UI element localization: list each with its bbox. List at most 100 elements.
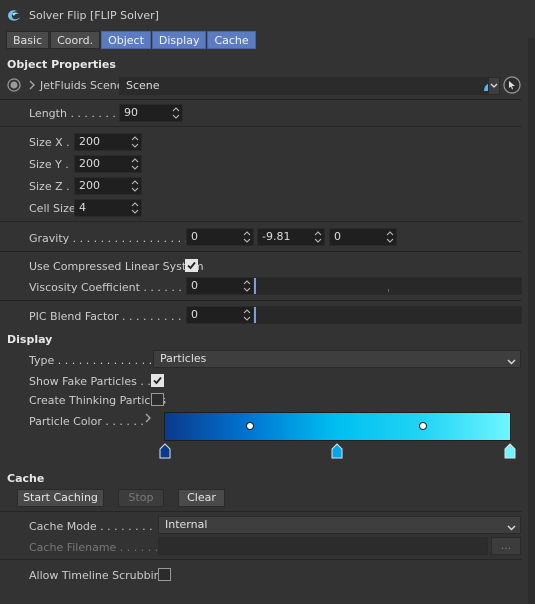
pic-blend-slider[interactable] bbox=[253, 306, 522, 324]
separator bbox=[0, 251, 522, 252]
gravity-y-value: -9.81 bbox=[262, 230, 291, 243]
length-value: 90 bbox=[124, 106, 138, 119]
viscosity-slider[interactable] bbox=[253, 277, 522, 295]
gradient-bar[interactable] bbox=[164, 412, 511, 441]
checkmark-icon bbox=[153, 376, 162, 385]
size-x-stepper-icon[interactable] bbox=[131, 135, 139, 149]
stop-button[interactable]: Stop bbox=[118, 489, 164, 507]
gravity-x-value: 0 bbox=[191, 230, 198, 243]
chevron-down-icon bbox=[507, 355, 516, 365]
pic-blend-stepper-icon[interactable] bbox=[243, 308, 251, 322]
cell-size-value: 4 bbox=[79, 201, 86, 214]
viscosity-input[interactable]: 0 bbox=[186, 277, 254, 295]
cache-mode-value: Internal bbox=[165, 518, 208, 531]
size-z-input[interactable]: 200 bbox=[74, 177, 142, 195]
cache-filename-label: Cache Filename . . . . . . bbox=[29, 541, 159, 554]
gravity-z-input[interactable]: 0 bbox=[329, 228, 397, 246]
separator bbox=[0, 300, 522, 301]
object-properties-heading: Object Properties bbox=[7, 58, 116, 71]
tab-display[interactable]: Display bbox=[151, 31, 207, 49]
tab-object[interactable]: Object bbox=[101, 31, 151, 49]
size-y-input[interactable]: 200 bbox=[74, 155, 142, 173]
viscosity-slider-thumb[interactable] bbox=[254, 278, 256, 294]
size-z-stepper-icon[interactable] bbox=[131, 179, 139, 193]
display-heading: Display bbox=[7, 333, 53, 346]
size-y-label: Size Y . bbox=[29, 158, 69, 171]
separator bbox=[0, 126, 522, 127]
particle-color-label: Particle Color . . . . . . bbox=[29, 415, 144, 428]
gravity-y-stepper-icon[interactable] bbox=[314, 230, 322, 244]
browse-button[interactable]: ... bbox=[491, 537, 521, 555]
gravity-label: Gravity . . . . . . . . . . . . . . . . … bbox=[29, 232, 189, 245]
viscosity-value: 0 bbox=[191, 279, 198, 292]
show-fake-label: Show Fake Particles . . . bbox=[29, 375, 158, 388]
show-fake-checkbox[interactable] bbox=[151, 374, 164, 387]
clear-button[interactable]: Clear bbox=[178, 489, 225, 507]
size-x-label: Size X . bbox=[29, 136, 70, 149]
pic-blend-label: PIC Blend Factor . . . . . . . . . . bbox=[29, 310, 189, 323]
vertical-scrollbar[interactable] bbox=[528, 38, 535, 604]
animate-toggle-icon[interactable] bbox=[7, 78, 21, 92]
compressed-checkbox[interactable] bbox=[185, 259, 198, 272]
cache-filename-input[interactable] bbox=[158, 537, 488, 555]
gravity-x-input[interactable]: 0 bbox=[186, 228, 254, 246]
separator bbox=[0, 99, 522, 100]
gravity-x-stepper-icon[interactable] bbox=[243, 230, 251, 244]
scene-label: JetFluids Scene bbox=[40, 79, 124, 92]
scene-link-value: Scene bbox=[126, 79, 160, 92]
length-label: Length . . . . . . . . bbox=[29, 107, 123, 120]
size-z-value: 200 bbox=[79, 179, 100, 192]
cache-mode-label: Cache Mode . . . . . . . . bbox=[29, 520, 153, 533]
expand-arrow-icon[interactable] bbox=[144, 413, 152, 423]
cell-size-input[interactable]: 4 bbox=[74, 199, 142, 217]
gradient-interpolation-knot[interactable] bbox=[419, 422, 427, 430]
tab-basic[interactable]: Basic bbox=[6, 31, 50, 49]
cache-heading: Cache bbox=[7, 472, 45, 485]
pic-blend-value: 0 bbox=[191, 308, 198, 321]
scene-dropdown-button[interactable] bbox=[488, 77, 500, 95]
compressed-label: Use Compressed Linear System bbox=[29, 260, 204, 273]
length-input[interactable]: 90 bbox=[119, 104, 183, 122]
type-value: Particles bbox=[160, 352, 207, 365]
timeline-scrubbing-label: Allow Timeline Scrubbing bbox=[29, 569, 168, 582]
checkmark-icon bbox=[187, 261, 196, 270]
gradient-stop-marker[interactable] bbox=[331, 443, 343, 459]
gradient-stop-marker[interactable] bbox=[159, 443, 171, 459]
thinking-particles-checkbox[interactable] bbox=[151, 393, 164, 406]
fluid-solver-icon bbox=[6, 7, 22, 23]
tab-coord[interactable]: Coord. bbox=[50, 31, 101, 49]
gradient-interpolation-knot[interactable] bbox=[246, 422, 254, 430]
thinking-particles-label: Create Thinking Particles bbox=[29, 394, 167, 407]
particle-color-gradient[interactable] bbox=[164, 412, 511, 441]
cache-mode-dropdown[interactable]: Internal bbox=[158, 516, 521, 534]
size-y-value: 200 bbox=[79, 157, 100, 170]
separator bbox=[0, 221, 522, 222]
expand-arrow-icon[interactable] bbox=[28, 80, 36, 90]
gravity-y-input[interactable]: -9.81 bbox=[257, 228, 325, 246]
chevron-down-icon bbox=[507, 521, 516, 531]
viscosity-stepper-icon[interactable] bbox=[243, 279, 251, 293]
cell-size-stepper-icon[interactable] bbox=[131, 201, 139, 215]
gravity-z-value: 0 bbox=[334, 230, 341, 243]
pic-blend-input[interactable]: 0 bbox=[186, 306, 254, 324]
size-x-value: 200 bbox=[79, 135, 100, 148]
tab-cache[interactable]: Cache bbox=[207, 31, 256, 49]
size-x-input[interactable]: 200 bbox=[74, 133, 142, 151]
slider-tick bbox=[388, 289, 389, 292]
viscosity-label: Viscosity Coefficient . . . . . . . bbox=[29, 281, 189, 294]
scene-link-field[interactable]: Scene bbox=[119, 77, 500, 95]
size-y-stepper-icon[interactable] bbox=[131, 157, 139, 171]
pick-object-icon[interactable] bbox=[503, 76, 521, 94]
start-caching-button[interactable]: Start Caching bbox=[17, 489, 104, 507]
gravity-z-stepper-icon[interactable] bbox=[386, 230, 394, 244]
pic-blend-slider-thumb[interactable] bbox=[254, 307, 256, 323]
size-z-label: Size Z . bbox=[29, 180, 70, 193]
type-label: Type . . . . . . . . . . . . . . . bbox=[29, 354, 160, 367]
tab-bar: Basic Coord. Object Display Cache bbox=[6, 31, 257, 49]
separator bbox=[0, 511, 522, 512]
type-dropdown[interactable]: Particles bbox=[153, 350, 521, 368]
cell-size-label: Cell Size bbox=[29, 202, 76, 215]
length-stepper-icon[interactable] bbox=[172, 106, 180, 120]
gradient-stop-marker[interactable] bbox=[504, 443, 516, 459]
timeline-scrubbing-checkbox[interactable] bbox=[158, 568, 171, 581]
